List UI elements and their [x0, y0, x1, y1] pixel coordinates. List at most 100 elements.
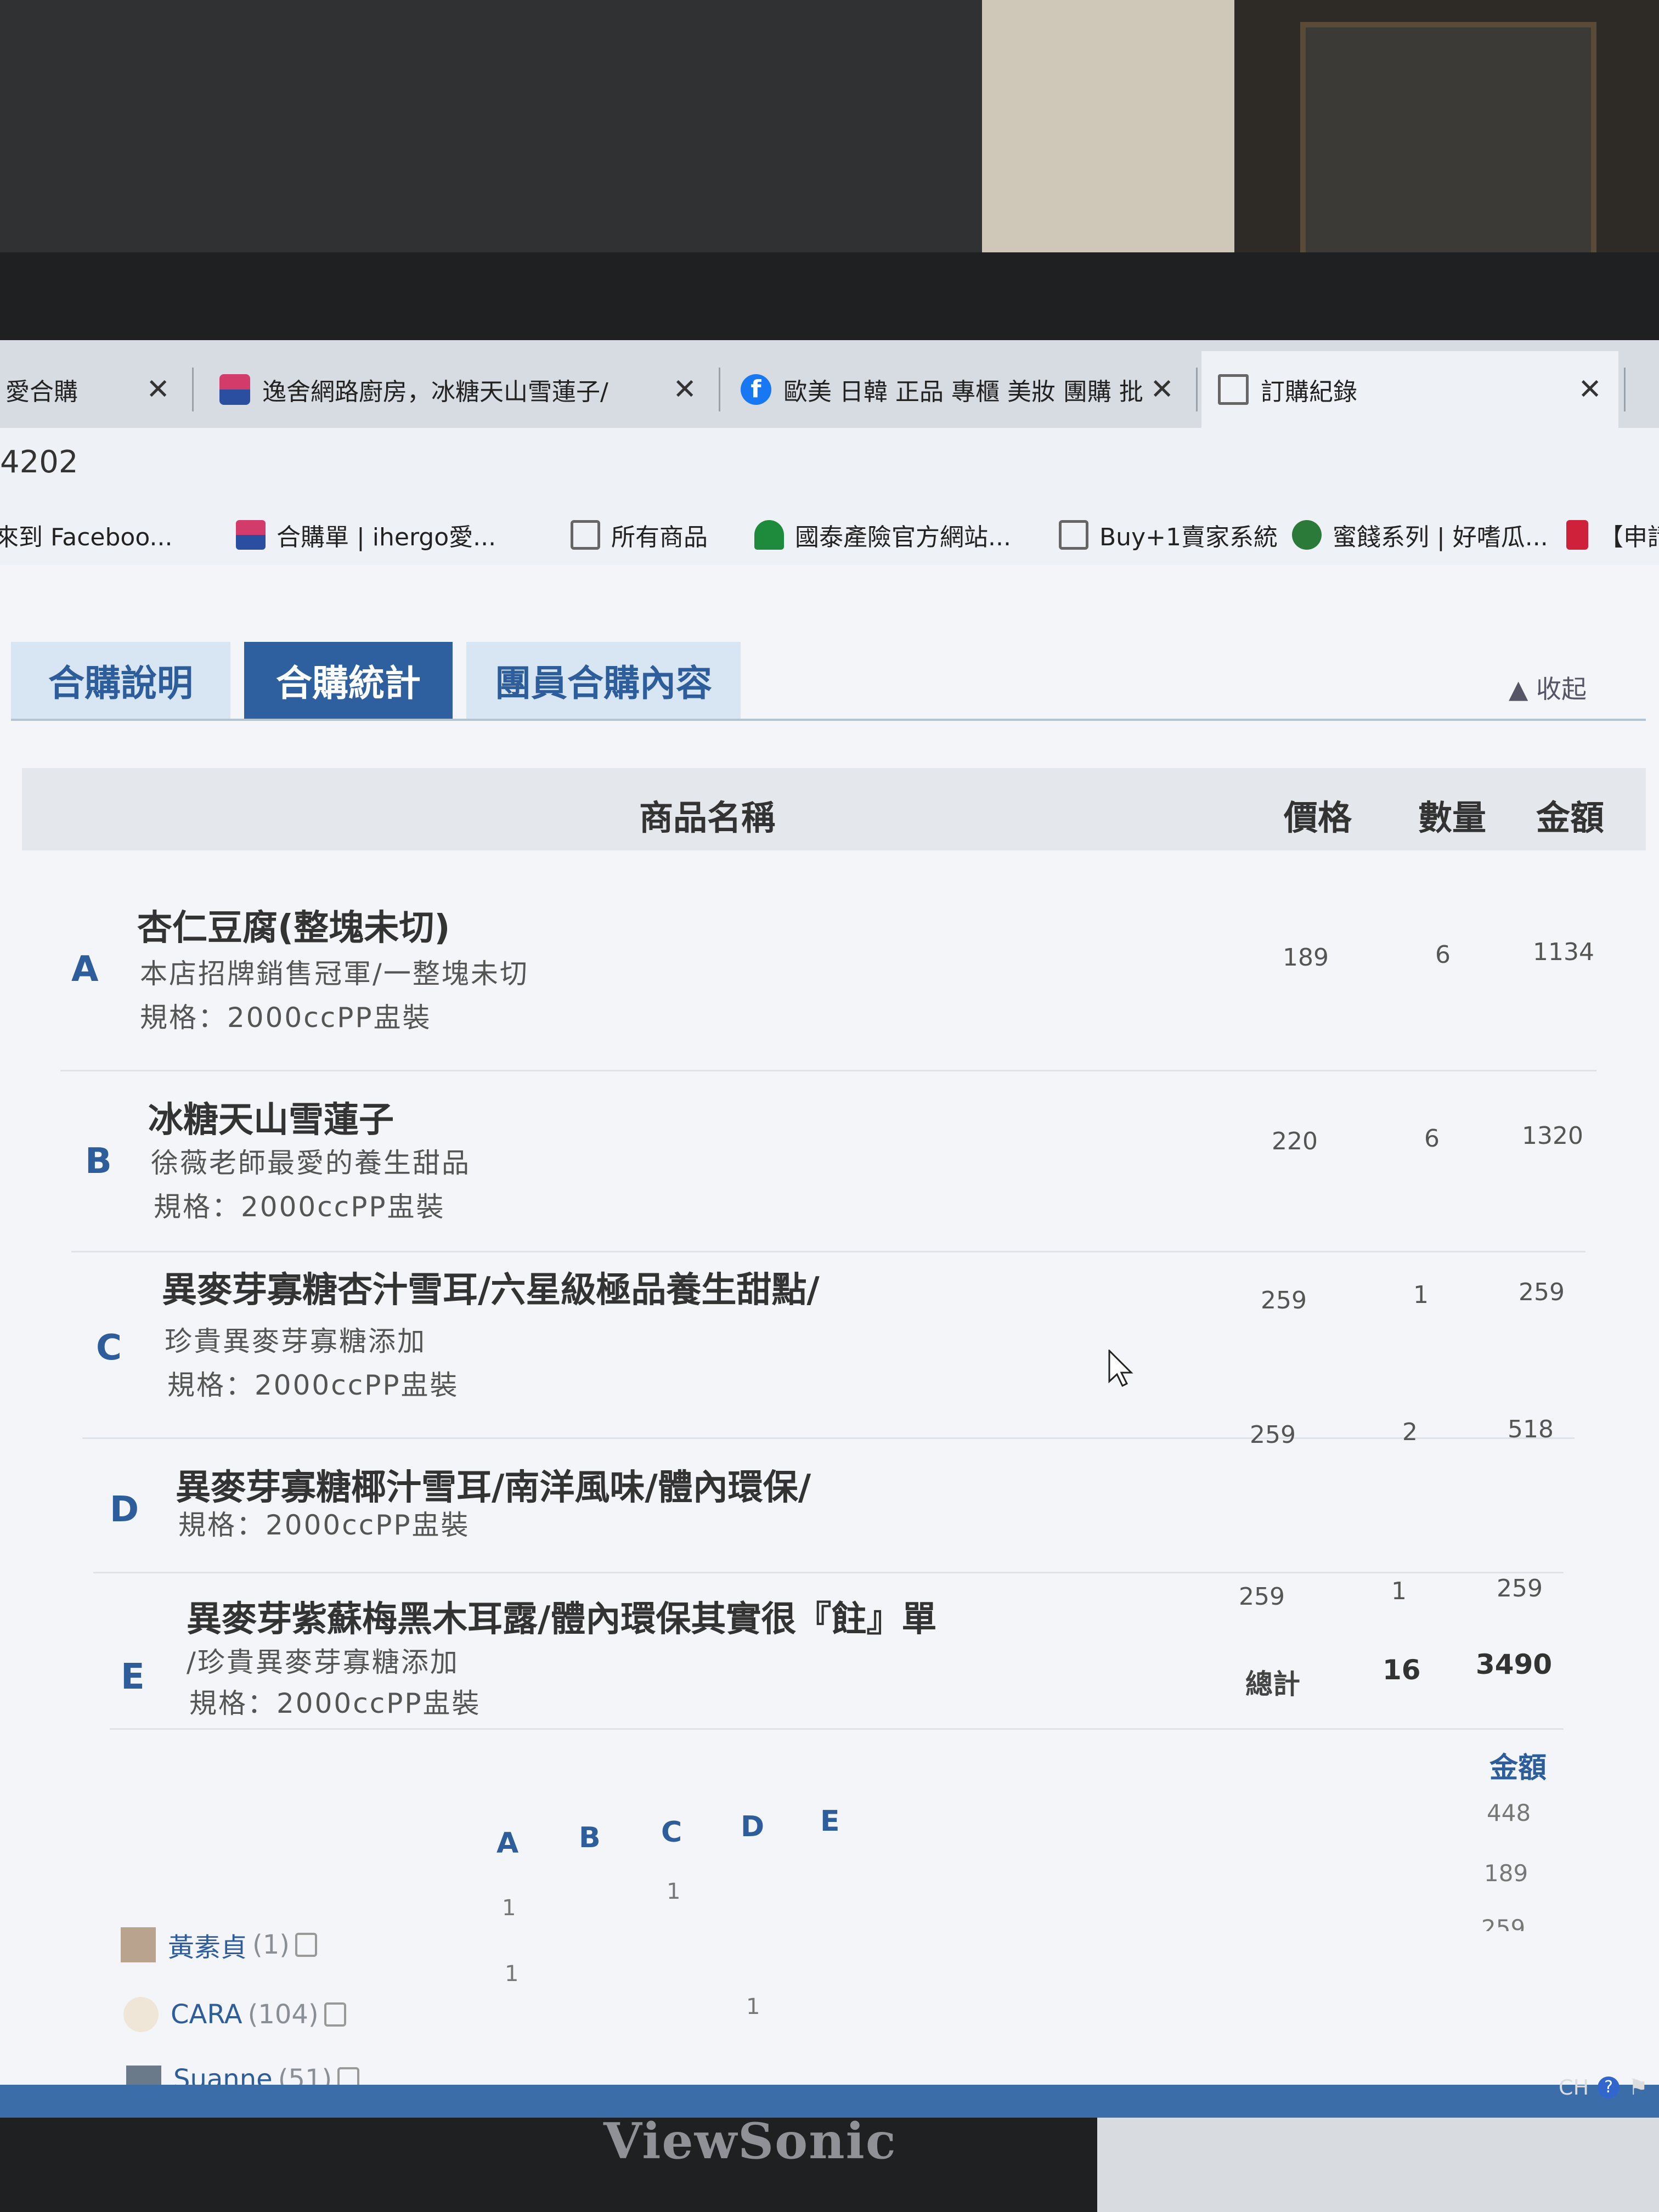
system-tray: CH ? ⚑ — [1559, 2063, 1648, 2112]
product-spec: 規格：2000ccPP盅裝 — [178, 1509, 470, 1541]
monitor-brand-logo: ViewSonic — [603, 2112, 897, 2170]
browser-tab-title: 愛合購 — [5, 378, 78, 406]
product-name[interactable]: 異麥芽寡糖椰汁雪耳/南洋風味/體內環保/ — [176, 1459, 811, 1510]
leaf-logo-icon — [1292, 520, 1322, 550]
tab-statistics[interactable]: 合購統計 — [244, 642, 453, 719]
bookmark-item[interactable]: 【申請 — [1566, 516, 1659, 554]
browser-tab[interactable]: 逸舍網路廚房，冰糖天山雪蓮子/ ✕ — [203, 351, 713, 428]
bookmark-label: 合購單 | ihergo愛... — [276, 523, 496, 551]
row-divider — [93, 1572, 1564, 1573]
cart-icon — [1218, 374, 1249, 405]
tab-divider — [11, 719, 1646, 721]
bookmark-label: 來到 Faceboo... — [0, 523, 173, 551]
amount-value: 1320 — [1522, 1122, 1583, 1150]
quantity-value: 2 — [1402, 1418, 1418, 1446]
tab-member-orders[interactable]: 團員合購內容 — [466, 642, 741, 719]
product-description: 珍貴異麥芽寡糖添加 — [165, 1325, 426, 1357]
member-row[interactable]: 黃素貞 (1) — [121, 1926, 318, 1964]
member-count: (1) — [252, 1929, 290, 1960]
phone-check-icon — [295, 1933, 318, 1957]
mouse-cursor-icon — [1108, 1350, 1133, 1387]
cabinet-glass — [1300, 22, 1596, 263]
browser-tab-active[interactable]: 訂購紀錄 ✕ — [1201, 351, 1618, 428]
member-column-a: A — [496, 1827, 519, 1860]
collapse-button[interactable]: ▲ 收起 — [1509, 669, 1587, 706]
taskbar — [0, 2085, 1659, 2118]
tab-description[interactable]: 合購說明 — [11, 642, 230, 719]
bookmark-item[interactable]: 國泰產險官方網站... — [754, 516, 1011, 554]
member-name[interactable]: CARA — [171, 1999, 242, 2030]
address-bar[interactable]: 4202 — [0, 428, 1659, 500]
item-letter: A — [71, 949, 99, 990]
bookmark-item[interactable]: 所有商品 — [571, 516, 708, 554]
header-amount: 金額 — [1536, 798, 1605, 838]
row-divider — [60, 1070, 1596, 1071]
bag-icon — [1566, 520, 1588, 550]
member-row[interactable]: CARA (104) — [123, 1997, 346, 2032]
bookmarks-bar: 來到 Faceboo... 合購單 | ihergo愛... 所有商品 國泰產險… — [0, 499, 1659, 567]
quantity-value: 1 — [1413, 1281, 1429, 1309]
cart-icon — [571, 520, 600, 550]
tab-separator — [1196, 368, 1198, 411]
amount-value: 259 — [1497, 1575, 1543, 1602]
bookmark-label: Buy+1賣家系統 — [1099, 523, 1278, 551]
member-count: (104) — [247, 1999, 319, 2030]
row-divider — [82, 1437, 1575, 1439]
tab-separator — [192, 368, 194, 411]
member-amount: 448 — [1487, 1799, 1531, 1826]
phone-check-icon — [324, 2002, 346, 2027]
bookmark-item[interactable]: 蜜餞系列 | 好嗜瓜... — [1292, 516, 1548, 554]
close-icon[interactable]: ✕ — [1578, 373, 1602, 406]
quantity-value: 1 — [1391, 1577, 1407, 1605]
help-icon[interactable]: ? — [1598, 2076, 1620, 2098]
browser-tab[interactable]: f 歐美 日韓 正品 專櫃 美妝 團購 批 ✕ — [724, 351, 1190, 428]
bookmark-label: 國泰產險官方網站... — [795, 523, 1011, 551]
quantity-value: 6 — [1435, 941, 1451, 969]
close-icon[interactable]: ✕ — [146, 373, 170, 406]
close-icon[interactable]: ✕ — [673, 373, 697, 406]
ime-indicator[interactable]: CH — [1559, 2075, 1589, 2100]
product-spec: 規格：2000ccPP盅裝 — [189, 1688, 481, 1719]
member-name[interactable]: 黃素貞 — [168, 1926, 247, 1964]
member-column-e: E — [820, 1805, 840, 1838]
bookmark-label: 【申請 — [1599, 523, 1659, 551]
item-letter: D — [110, 1489, 139, 1530]
bookmark-item[interactable]: 合購單 | ihergo愛... — [236, 516, 496, 554]
price-value: 259 — [1239, 1583, 1285, 1611]
browser-tabstrip: 愛合購 ✕ 逸舍網路廚房，冰糖天山雪蓮子/ ✕ f 歐美 日韓 正品 專櫃 美妝… — [0, 340, 1659, 428]
price-value: 259 — [1250, 1421, 1296, 1449]
url-text[interactable]: 4202 — [0, 444, 78, 480]
totals-amount: 3490 — [1476, 1649, 1553, 1680]
row-divider — [110, 1728, 1564, 1730]
product-description: 本店招牌銷售冠軍/一整塊未切 — [140, 958, 529, 990]
item-letter: B — [85, 1141, 112, 1182]
flag-icon[interactable]: ⚑ — [1628, 2075, 1648, 2100]
amount-value: 518 — [1508, 1415, 1554, 1443]
header-product-name: 商品名稱 — [639, 798, 776, 838]
product-description: 徐薇老師最愛的養生甜品 — [151, 1147, 471, 1179]
product-name[interactable]: 杏仁豆腐(整塊未切) — [137, 900, 450, 950]
table-row: B 冰糖天山雪蓮子 徐薇老師最愛的養生甜品 規格：2000ccPP盅裝 220 … — [22, 1081, 1624, 1245]
cart-icon — [1059, 520, 1088, 550]
store-favicon-icon — [219, 374, 250, 405]
product-name[interactable]: 冰糖天山雪蓮子 — [148, 1092, 394, 1142]
member-amount: 189 — [1484, 1860, 1528, 1887]
store-favicon-icon — [236, 520, 266, 550]
item-letter: C — [96, 1328, 122, 1368]
product-name[interactable]: 異麥芽寡糖杏汁雪耳/六星級極品養生甜點/ — [162, 1262, 820, 1312]
close-icon[interactable]: ✕ — [1150, 373, 1174, 406]
member-qty-cell: 1 — [746, 1994, 760, 2019]
browser-tab[interactable]: 愛合購 ✕ — [0, 351, 187, 428]
avatar — [123, 1997, 159, 2032]
product-spec: 規格：2000ccPP盅裝 — [154, 1191, 445, 1223]
facebook-icon: f — [741, 374, 771, 405]
tree-icon — [754, 520, 784, 550]
bookmark-item[interactable]: 來到 Faceboo... — [0, 516, 172, 554]
product-name[interactable]: 異麥芽紫蘇梅黑木耳露/體內環保其實很『飳』單 — [187, 1591, 936, 1641]
item-letter: E — [121, 1657, 145, 1697]
member-qty-cell: 1 — [502, 1895, 516, 1921]
amount-value: 259 — [1519, 1278, 1565, 1306]
background-wall — [982, 0, 1234, 258]
bookmark-item[interactable]: Buy+1賣家系統 — [1059, 516, 1278, 554]
browser-tab-title: 訂購紀錄 — [1261, 378, 1357, 406]
